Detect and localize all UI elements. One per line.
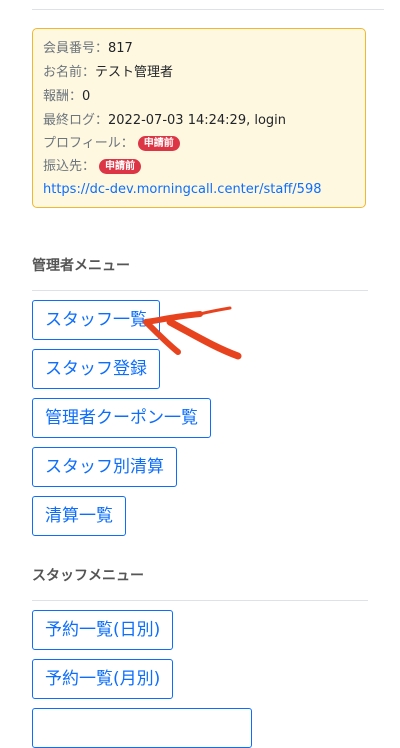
reward-row: 報酬：0	[43, 85, 90, 108]
profile-row: プロフィール： 申請前	[43, 132, 180, 155]
member-number-label: 会員番号：	[43, 41, 109, 56]
last-log-label: 最終ログ：	[43, 113, 109, 128]
top-divider	[32, 9, 384, 10]
admin-menu-heading: 管理者メニュー	[32, 258, 130, 274]
name-label: お名前：	[43, 65, 96, 80]
transfer-row: 振込先： 申請前	[43, 155, 142, 178]
reward-label: 報酬：	[43, 89, 83, 104]
staff-menu-heading: スタッフメニュー	[32, 568, 144, 584]
red-arrow-icon	[143, 306, 242, 360]
last-log-row: 最終ログ：2022-07-03 14:24:29, login	[43, 109, 286, 132]
settlement-list-button[interactable]: 清算一覧	[32, 496, 126, 536]
monthly-reservations-button[interactable]: 予約一覧(月別)	[32, 659, 174, 699]
name-row: お名前：テスト管理者	[43, 61, 173, 84]
member-number-value: 817	[108, 41, 133, 56]
admin-menu-divider	[32, 290, 368, 291]
staff-url-row: https://dc-dev.morningcall.center/staff/…	[43, 178, 322, 201]
daily-reservations-button[interactable]: 予約一覧(日別)	[32, 610, 174, 650]
next-menu-button[interactable]	[32, 708, 252, 748]
name-value: テスト管理者	[95, 65, 174, 80]
member-number-row: 会員番号：817	[43, 37, 133, 60]
reward-value: 0	[82, 89, 91, 104]
last-log-value: 2022-07-03 14:24:29, login	[108, 113, 287, 128]
account-info-panel: 会員番号：817 お名前：テスト管理者 報酬：0 最終ログ：2022-07-03…	[32, 28, 366, 208]
transfer-label: 振込先：	[43, 159, 96, 174]
transfer-status-badge: 申請前	[99, 159, 142, 174]
staff-page-link[interactable]: https://dc-dev.morningcall.center/staff/…	[43, 182, 322, 197]
staff-menu-divider	[32, 600, 368, 601]
profile-label: プロフィール：	[43, 136, 134, 151]
admin-coupon-list-button[interactable]: 管理者クーポン一覧	[32, 398, 211, 438]
staff-settlement-button[interactable]: スタッフ別清算	[32, 447, 177, 487]
profile-status-badge: 申請前	[137, 136, 180, 151]
